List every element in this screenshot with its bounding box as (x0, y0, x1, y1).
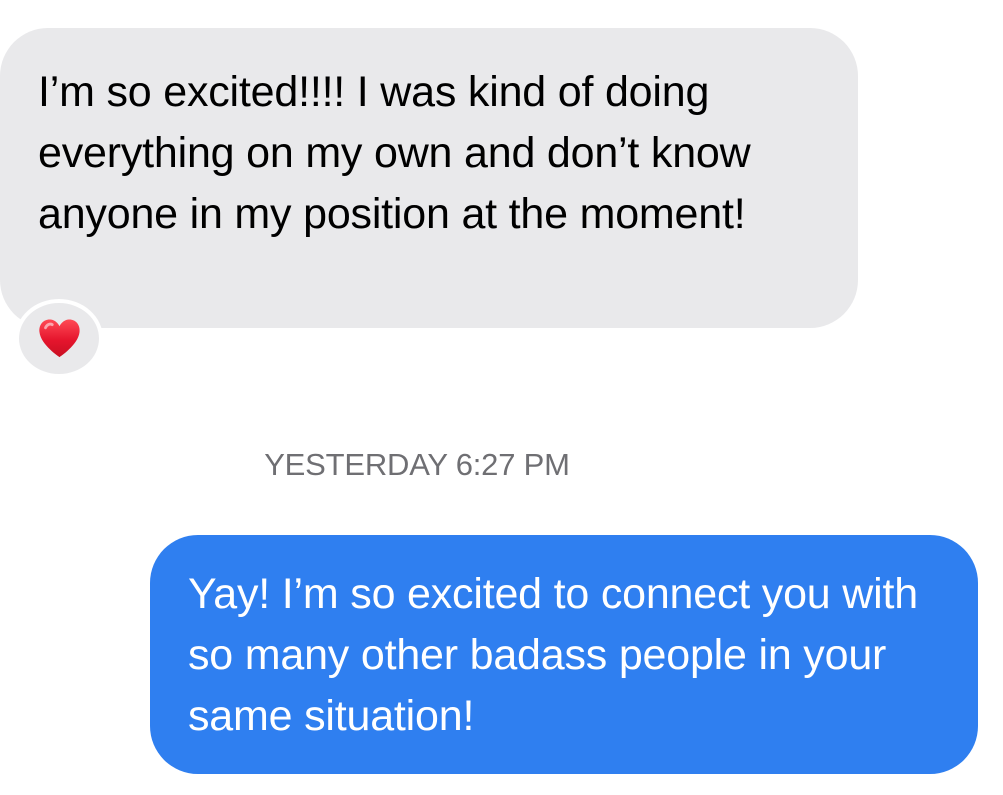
message-timestamp: YESTERDAY 6:27 PM (264, 447, 570, 482)
sent-message-text: Yay! I’m so excited to connect you with … (188, 570, 918, 740)
received-message-bubble[interactable]: I’m so excited!!!! I was kind of doing e… (0, 28, 858, 328)
message-reaction-badge[interactable] (15, 299, 103, 378)
sent-message-bubble[interactable]: Yay! I’m so excited to connect you with … (150, 535, 978, 774)
received-message-text: I’m so excited!!!! I was kind of doing e… (38, 68, 751, 238)
red-heart-icon (38, 319, 80, 358)
message-thread: I’m so excited!!!! I was kind of doing e… (0, 0, 1003, 795)
